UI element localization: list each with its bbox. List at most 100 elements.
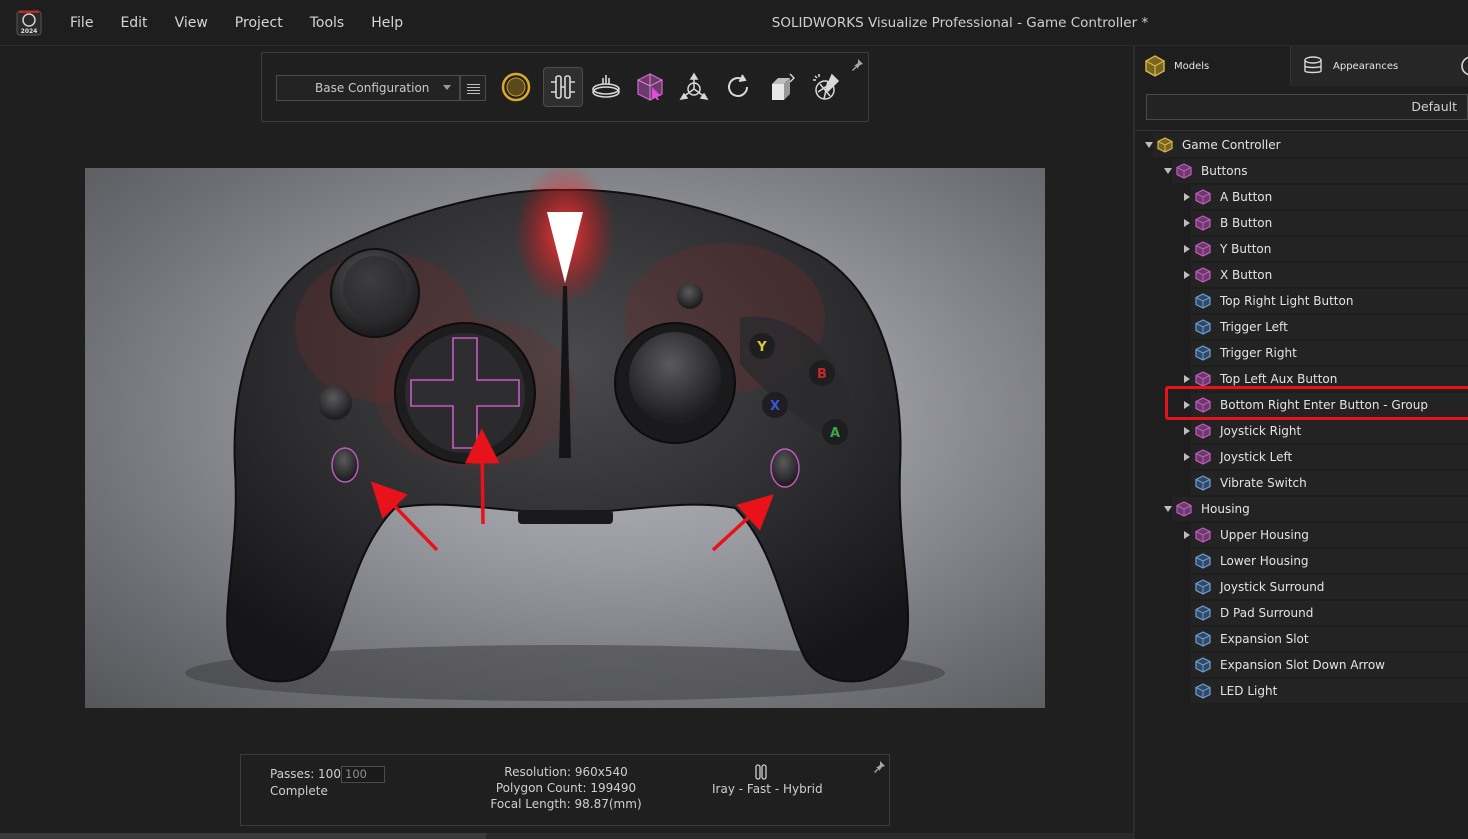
chevron-down-icon (443, 85, 451, 90)
menu-edit[interactable]: Edit (110, 0, 157, 46)
tree-row[interactable]: Lower Housing (1135, 548, 1468, 574)
polygon-count-text: Polygon Count: 199490 (495, 781, 637, 795)
tree-item-label: B Button (1220, 216, 1273, 230)
render-status-panel: Passes: 100 / 100 Complete Resolution: 9… (240, 754, 890, 826)
face-button-a-label: A (830, 426, 840, 441)
tab-appearances[interactable]: Appearances (1290, 46, 1468, 86)
part-icon (1195, 631, 1211, 647)
expand-arrow-icon[interactable] (1145, 142, 1153, 148)
tab-models[interactable]: Models (1135, 46, 1290, 86)
menu-help[interactable]: Help (361, 0, 413, 46)
render-mode-icon[interactable] (496, 67, 536, 107)
scene-tree-icon[interactable] (543, 67, 583, 107)
tree-row[interactable]: Y Button (1135, 236, 1468, 262)
part-icon (1195, 319, 1211, 335)
collapse-arrow-icon[interactable] (1184, 453, 1190, 461)
title-bar: 2024 File Edit View Project Tools Help S… (0, 0, 1468, 46)
group-icon (1195, 527, 1211, 543)
turntable-icon[interactable] (586, 67, 626, 107)
menu-view[interactable]: View (165, 0, 218, 46)
tab-appearances-label: Appearances (1333, 60, 1399, 72)
tree-row[interactable]: Expansion Slot Down Arrow (1135, 652, 1468, 678)
face-button-y-label: Y (756, 340, 767, 355)
collapse-arrow-icon[interactable] (1184, 271, 1190, 279)
renderer-mode-text: Iray - Fast - Hybrid (712, 782, 823, 796)
part-icon (1195, 553, 1211, 569)
passes-max-input[interactable]: 100 (341, 766, 385, 783)
tree-item-label: Housing (1201, 502, 1250, 516)
render-view[interactable]: Y B X A (85, 168, 1045, 708)
renderer-mode-icon[interactable] (753, 764, 769, 783)
part-icon (1195, 657, 1211, 673)
more-tabs-icon[interactable] (1459, 56, 1468, 79)
render-state: Complete (270, 784, 328, 798)
tree-row[interactable]: A Button (1135, 184, 1468, 210)
collapse-arrow-icon[interactable] (1184, 427, 1190, 435)
menu-project[interactable]: Project (225, 0, 293, 46)
camera-view-icon[interactable] (762, 67, 802, 107)
tree-row[interactable]: Joystick Right (1135, 418, 1468, 444)
highlight-annotation-box (1165, 386, 1468, 420)
rotate-tool-icon[interactable] (718, 67, 758, 107)
tree-row[interactable]: Top Right Light Button (1135, 288, 1468, 314)
tree-item-label: Top Right Light Button (1220, 294, 1354, 308)
group-icon (1195, 215, 1211, 231)
collapse-arrow-icon[interactable] (1184, 245, 1190, 253)
model-group-icon (1157, 137, 1173, 153)
appearances-icon (1303, 56, 1323, 76)
tree-item-label: Joystick Left (1220, 450, 1293, 464)
tree-item-label: D Pad Surround (1220, 606, 1314, 620)
tree-row[interactable]: D Pad Surround (1135, 600, 1468, 626)
tree-item-label: Upper Housing (1220, 528, 1309, 542)
group-icon (1195, 267, 1211, 283)
group-icon (1195, 241, 1211, 257)
tree-row[interactable]: Expansion Slot (1135, 626, 1468, 652)
tree-row[interactable]: Trigger Right (1135, 340, 1468, 366)
tree-row[interactable]: B Button (1135, 210, 1468, 236)
tree-row[interactable]: X Button (1135, 262, 1468, 288)
models-cube-icon (1144, 55, 1166, 77)
tree-row[interactable]: Game Controller (1135, 132, 1468, 158)
part-icon (1195, 293, 1211, 309)
collapse-arrow-icon[interactable] (1184, 219, 1190, 227)
app-logo-icon[interactable]: 2024 (16, 10, 42, 36)
tree-item-label: Expansion Slot (1220, 632, 1309, 646)
part-icon (1195, 345, 1211, 361)
tree-row[interactable]: Housing (1135, 496, 1468, 522)
menu-file[interactable]: File (60, 0, 103, 46)
tree-row[interactable]: Upper Housing (1135, 522, 1468, 548)
tree-row[interactable]: Joystick Left (1135, 444, 1468, 470)
group-icon (1176, 501, 1192, 517)
tree-row[interactable]: Vibrate Switch (1135, 470, 1468, 496)
configuration-dropdown[interactable]: Base Configuration (276, 75, 460, 101)
tree-item-label: Buttons (1201, 164, 1248, 178)
expand-arrow-icon[interactable] (1164, 168, 1172, 174)
pin-icon[interactable] (872, 759, 886, 773)
resolution-text: Resolution: 960x540 (504, 765, 628, 779)
tree-item-label: Trigger Right (1220, 346, 1297, 360)
palette-tabs: Models Appearances (1135, 46, 1468, 86)
horizontal-scrollbar[interactable] (0, 833, 1133, 839)
tree-row[interactable]: LED Light (1135, 678, 1468, 704)
configuration-list-button[interactable] (460, 75, 486, 101)
collapse-arrow-icon[interactable] (1184, 193, 1190, 201)
tree-item-label: X Button (1220, 268, 1273, 282)
transform-tool-icon[interactable] (674, 67, 714, 107)
group-icon (1195, 189, 1211, 205)
collapse-arrow-icon[interactable] (1184, 375, 1190, 383)
viewport-toolbar: Base Configuration (261, 52, 869, 122)
app-logo-year: 2024 (21, 28, 38, 35)
tree-row[interactable]: Trigger Left (1135, 314, 1468, 340)
quick-render-icon[interactable] (806, 67, 846, 107)
tree-row[interactable]: Buttons (1135, 158, 1468, 184)
pin-icon[interactable] (850, 57, 864, 71)
selection-tool-icon[interactable] (630, 67, 670, 107)
expand-arrow-icon[interactable] (1164, 506, 1172, 512)
divider (1135, 130, 1468, 131)
model-state-dropdown[interactable]: Default (1146, 94, 1468, 120)
menu-bar: File Edit View Project Tools Help (60, 0, 420, 46)
tab-models-label: Models (1174, 60, 1210, 72)
tree-row[interactable]: Joystick Surround (1135, 574, 1468, 600)
menu-tools[interactable]: Tools (300, 0, 355, 46)
collapse-arrow-icon[interactable] (1184, 531, 1190, 539)
